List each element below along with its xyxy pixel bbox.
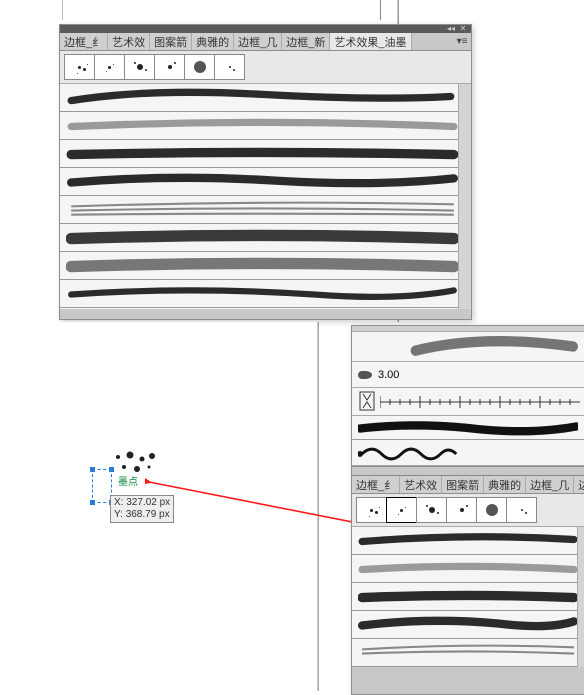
brush2-thumb-ink-blob[interactable] xyxy=(476,497,507,523)
brush2-thumb-ink-splat-2[interactable] xyxy=(386,497,417,523)
brush-thumb-ink-splat-3[interactable] xyxy=(124,54,155,80)
tab-border-1[interactable]: 边框_纟 xyxy=(60,33,108,50)
brush-thumb-ink-splat-4[interactable] xyxy=(154,54,185,80)
coord-y-label: Y: xyxy=(114,509,123,520)
panel-collapse-icon[interactable]: ◂◂ xyxy=(447,27,455,32)
brush-thumb-ink-sparse[interactable] xyxy=(214,54,245,80)
stroke-sample-8[interactable] xyxy=(60,280,471,308)
resize-handle-tl[interactable] xyxy=(90,467,95,472)
panel-divider xyxy=(352,466,584,476)
brushes-panel: ◂◂ ✕ 边框_纟 艺术效 图案箭 典雅的 边框_几 边框_新 艺术效果_油墨 … xyxy=(59,24,472,320)
app-frame-segment xyxy=(62,0,381,20)
object-label: 墨点 xyxy=(118,473,138,488)
stroke-sample-5[interactable] xyxy=(60,196,471,224)
brush-tabs: 边框_纟 艺术效 图案箭 典雅的 边框_几 边框_新 艺术效果_油墨 ▾≡ xyxy=(60,33,471,51)
stroke-sample-2[interactable] xyxy=(60,112,471,140)
ruler-ticks-icon xyxy=(380,392,580,412)
tab2-border-ji[interactable]: 边框_几 xyxy=(526,476,574,493)
brush2-thumb-ink-splat-1[interactable] xyxy=(356,497,387,523)
coord-x-value: 327.02 px xyxy=(126,497,170,508)
ruler-brush-row[interactable] xyxy=(352,388,584,416)
stroke-sample-1[interactable] xyxy=(60,84,471,112)
panel-menu-icon[interactable]: ▾≡ xyxy=(453,33,471,50)
stroke2-sample-3[interactable] xyxy=(352,583,584,611)
tab-ink-art[interactable]: 艺术效果_油墨 xyxy=(330,33,411,50)
brush-stroke-list[interactable] xyxy=(60,84,471,309)
stroke2-sample-1[interactable] xyxy=(352,527,584,555)
tab2-border-cut[interactable]: 边 xyxy=(574,476,584,493)
brush-thumb-ink-blob[interactable] xyxy=(184,54,215,80)
brush-tabs-secondary: 边框_纟 艺术效 图案箭 典雅的 边框_几 边 xyxy=(352,476,584,494)
brush2-thumb-ink-sparse[interactable] xyxy=(506,497,537,523)
ornament-brush-row[interactable] xyxy=(352,440,584,466)
brush-thumbnail-row xyxy=(60,51,471,84)
stroke-weight-row[interactable]: 3.00 xyxy=(352,362,584,388)
placed-ink-splat[interactable]: 墨点 xyxy=(108,449,160,477)
brush-tip-icon xyxy=(358,371,372,379)
stroke2-sample-2[interactable] xyxy=(352,555,584,583)
resize-handle-tr[interactable] xyxy=(109,467,114,472)
brushes-panel-secondary: 3.00 xyxy=(351,325,584,695)
stroke2-sample-5[interactable] xyxy=(352,639,584,667)
stroke-weight-value: 3.00 xyxy=(378,369,399,381)
tab2-pattern-arrow[interactable]: 图案箭 xyxy=(442,476,484,493)
stroke-sample-7[interactable] xyxy=(60,252,471,280)
brush-stroke-list-secondary[interactable] xyxy=(352,527,584,667)
tab-artistic[interactable]: 艺术效 xyxy=(108,33,150,50)
tab2-artistic[interactable]: 艺术效 xyxy=(400,476,442,493)
brush-thumb-ink-splat-2[interactable] xyxy=(94,54,125,80)
tab-border-new[interactable]: 边框_新 xyxy=(282,33,330,50)
brush2-thumb-ink-splat-3[interactable] xyxy=(416,497,447,523)
brush-thumb-ink-splat-1[interactable] xyxy=(64,54,95,80)
coord-x-label: X: xyxy=(114,497,123,508)
stroke2-sample-4[interactable] xyxy=(352,611,584,639)
app-frame-divider-2 xyxy=(317,322,319,691)
tab-border-ji[interactable]: 边框_几 xyxy=(234,33,282,50)
brush2-thumb-ink-splat-4[interactable] xyxy=(446,497,477,523)
resize-handle-bl[interactable] xyxy=(90,500,95,505)
tab-pattern-arrow[interactable]: 图案箭 xyxy=(150,33,192,50)
stroke-sample-6[interactable] xyxy=(60,224,471,252)
ornament-icon xyxy=(358,442,584,464)
cursor-coordinates-tooltip: X: 327.02 px Y: 368.79 px xyxy=(110,495,174,523)
tab2-border-1[interactable]: 边框_纟 xyxy=(352,476,400,493)
stroke-sample-3[interactable] xyxy=(60,140,471,168)
figure-icon xyxy=(358,390,376,412)
tab2-elegant[interactable]: 典雅的 xyxy=(484,476,526,493)
tab-elegant[interactable]: 典雅的 xyxy=(192,33,234,50)
panel-close-icon[interactable]: ✕ xyxy=(459,27,467,32)
coord-y-value: 368.79 px xyxy=(126,509,170,520)
panel-titlebar[interactable]: ◂◂ ✕ xyxy=(60,25,471,33)
stroke-sample-rough[interactable] xyxy=(352,416,584,440)
brush-thumbnail-row-secondary xyxy=(352,494,584,527)
stroke-sample-4[interactable] xyxy=(60,168,471,196)
selection-bounding-box[interactable] xyxy=(92,469,112,503)
stroke-sample-soft[interactable] xyxy=(352,332,584,362)
